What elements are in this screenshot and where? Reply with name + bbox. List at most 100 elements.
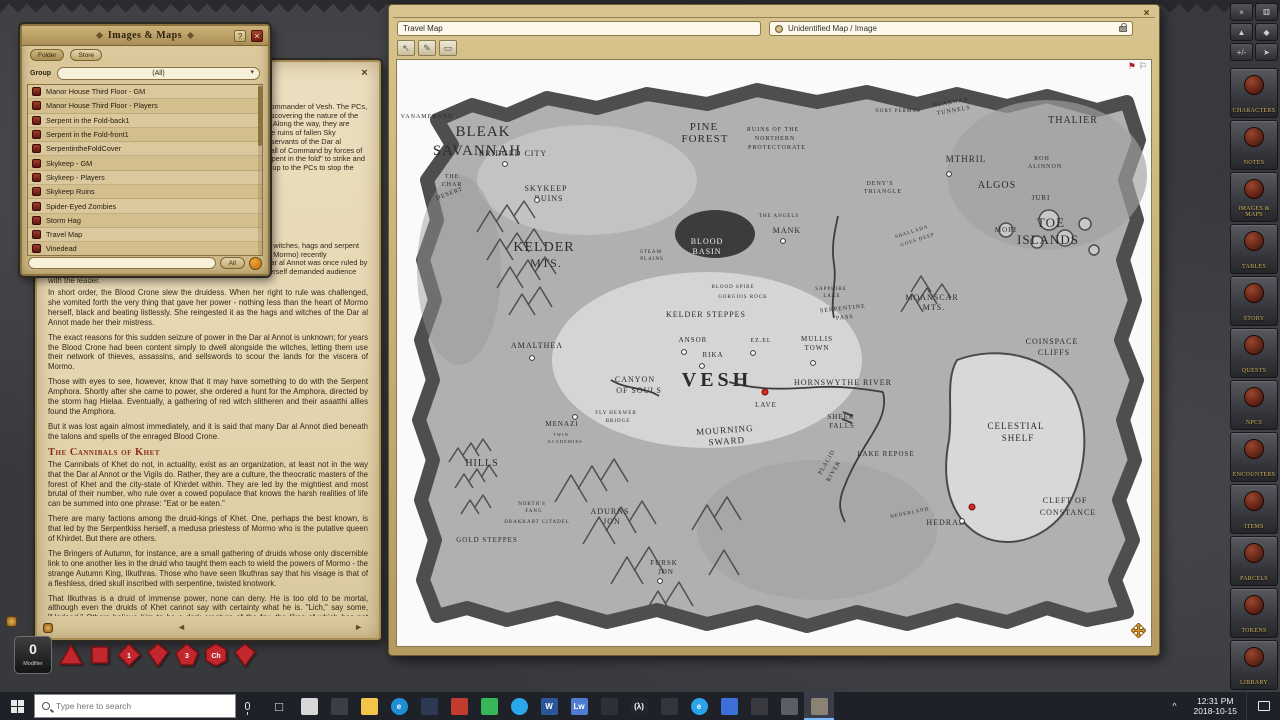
all-filter-button[interactable]: All [220,257,245,269]
map-town-marker[interactable] [811,361,816,366]
list-item[interactable]: Manor House Third Floor - GM [28,85,262,99]
taskbar-app-edge-2[interactable]: e [684,692,714,720]
group-select[interactable]: (All) ▾ [57,67,260,80]
dice-icon[interactable]: ⚅ [1255,3,1278,21]
die-d8[interactable]: 1 [116,642,142,668]
taskbar-app-app-steel[interactable] [774,692,804,720]
map-town-marker[interactable] [751,351,756,356]
list-item[interactable]: Skykeep - Players [28,171,262,185]
next-page-button[interactable]: ► [354,622,363,632]
taskbar-app-task-view[interactable]: □ [264,692,294,720]
close-button[interactable]: × [1139,8,1154,21]
tab-store[interactable]: Store [70,49,102,61]
die-d4[interactable] [58,642,84,668]
sidebar-button-characters[interactable]: Characters [1230,68,1278,118]
close-button[interactable]: × [251,30,263,42]
map-canvas[interactable]: VANAMERANDBLEAKSAVANNAHTHECHARDESERTBRID… [396,59,1152,647]
sidebar-button-tables[interactable]: Tables [1230,224,1278,274]
notification-center-button[interactable] [1246,692,1280,720]
modifier-box[interactable]: 0 Modifier [14,636,52,674]
map-town-marker[interactable] [530,356,535,361]
taskbar-app-file-explorer[interactable] [354,692,384,720]
sidebar-button-tokens[interactable]: Tokens [1230,588,1278,638]
sidebar-button-parcels[interactable]: Parcels [1230,536,1278,586]
window-grip-icon[interactable] [43,623,53,633]
search-input[interactable] [28,257,216,269]
taskbar-app-app-navy[interactable] [414,692,444,720]
taskbar-app-skype[interactable] [504,692,534,720]
map-pin-marker[interactable] [762,389,768,395]
taskbar-app-app-dark[interactable] [324,692,354,720]
window-titlebar[interactable]: Images & Maps [22,26,268,46]
sidebar-button-notes[interactable]: Notes [1230,120,1278,170]
search-input[interactable] [56,701,228,711]
list-item[interactable]: SerpentintheFoldCover [28,142,262,156]
taskbar-app-app-red[interactable] [444,692,474,720]
taskbar-app-lambda[interactable]: (λ) [624,692,654,720]
sidebar-button-encounters[interactable]: Encounters [1230,432,1278,482]
flag-icon[interactable]: ⚑ [1128,61,1136,71]
pointer-tool-button[interactable]: ↖ [397,40,415,56]
taskbar-app-app-light[interactable] [294,692,324,720]
map-town-marker[interactable] [658,579,663,584]
map-town-marker[interactable] [947,172,952,177]
prev-page-button[interactable]: ◄ [177,622,186,632]
die-d6[interactable] [87,642,113,668]
map-town-marker[interactable] [682,350,687,355]
list-item[interactable]: Spider-Eyed Zombies [28,199,262,213]
taskbar-search[interactable] [34,694,236,718]
sidebar-button-story[interactable]: Story [1230,276,1278,326]
sidebar-button-library[interactable]: Library [1230,640,1278,690]
resize-grip[interactable] [1131,623,1146,643]
die-d10[interactable] [145,642,171,668]
taskbar-app-word[interactable]: W [534,692,564,720]
map-town-marker[interactable] [700,364,705,369]
die-roll-button[interactable] [249,257,262,270]
map-town-marker[interactable] [535,198,540,203]
draw-tool-button[interactable]: ✎ [418,40,436,56]
list-item[interactable]: Skykeep - GM [28,156,262,170]
map-town-marker[interactable] [573,415,578,420]
tray-chevron-icon[interactable]: ^ [1165,701,1185,711]
chat-bubble-icon[interactable] [6,616,17,627]
pointer-icon[interactable]: ➤ [1255,43,1278,61]
sidebar-button-npcs[interactable]: NPCs [1230,380,1278,430]
taskbar-app-app-slate[interactable] [654,692,684,720]
taskbar-app-fantasy-grounds[interactable] [804,692,834,720]
sidebar-button-quests[interactable]: Quests [1230,328,1278,378]
start-button[interactable] [0,692,34,720]
map-town-marker[interactable] [960,519,965,524]
list-item[interactable]: Travel Map [28,228,262,242]
die-d100[interactable] [232,642,258,668]
modifiers-button[interactable]: +/- [1230,43,1253,61]
map-tab[interactable]: Unidentified Map / Image [769,21,1133,36]
close-icon[interactable]: × [358,67,371,80]
map-town-marker[interactable] [503,162,508,167]
mic-button[interactable] [236,692,258,720]
map-town-marker[interactable] [781,239,786,244]
taskbar-clock[interactable]: 12:31 PM 2018-10-15 [1185,696,1246,717]
close-button[interactable]: × [1230,3,1253,21]
map-title-input[interactable] [397,21,761,36]
sidebar-button-images-maps[interactable]: Images & Maps [1230,172,1278,222]
erase-tool-button[interactable]: ▭ [439,40,457,56]
d8-icon[interactable]: ◆ [1255,23,1278,41]
sidebar-button-items[interactable]: Items [1230,484,1278,534]
scrollbar-thumb[interactable] [258,86,262,146]
scrollbar[interactable] [258,84,262,256]
list-item[interactable]: Skykeep Ruins [28,185,262,199]
help-button[interactable]: ? [234,30,246,42]
flag-outline-icon[interactable]: ⚐ [1139,61,1147,71]
list-item[interactable]: Serpent in the Fold-front1 [28,128,262,142]
list-item[interactable]: Manor House Third Floor - Players [28,99,262,113]
list-item[interactable]: Vinedead [28,242,262,256]
taskbar-app-writer[interactable]: Lw [564,692,594,720]
tab-folder[interactable]: Folder [30,49,64,61]
window-titlebar[interactable] [393,9,1155,18]
taskbar-app-app-charcoal[interactable] [744,692,774,720]
die-d12[interactable]: 3 [174,642,200,668]
taskbar-app-app-green[interactable] [474,692,504,720]
taskbar-app-app-gray[interactable] [594,692,624,720]
map-pin-marker[interactable] [969,504,975,510]
taskbar-app-edge[interactable]: e [384,692,414,720]
